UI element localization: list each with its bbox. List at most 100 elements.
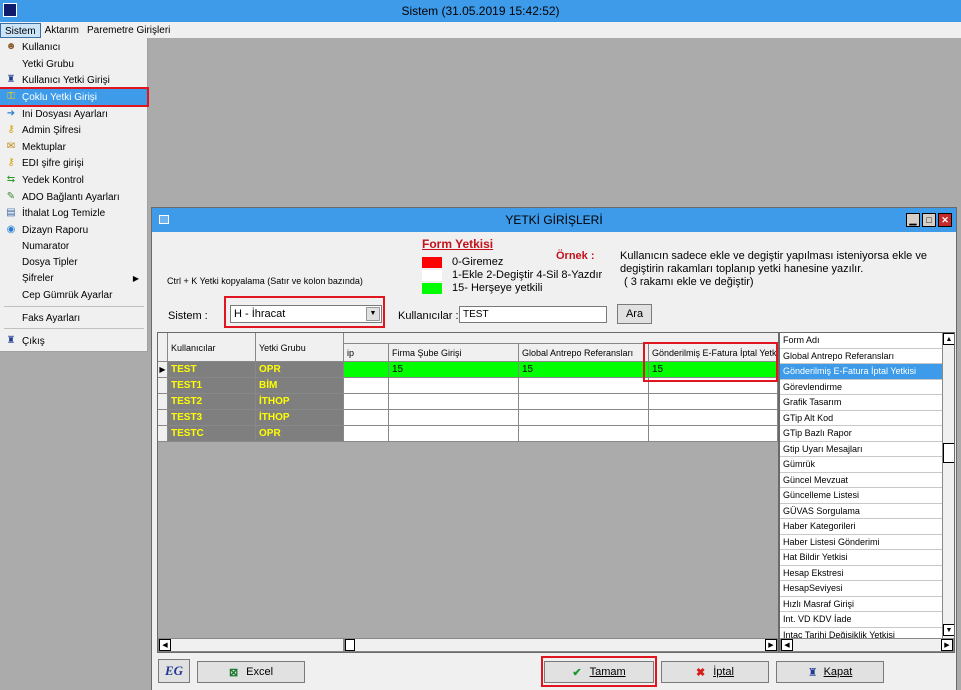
scroll-right-icon[interactable]: ▶	[765, 639, 777, 651]
window-system-icon[interactable]	[159, 215, 169, 224]
col-kullanicilar[interactable]: Kullanıcılar	[168, 333, 256, 362]
menu-item-kullanici[interactable]: ☻ Kullanıcı	[0, 39, 147, 55]
menu-item-ithalat-log-temizle[interactable]: ▤ İthalat Log Temizle	[0, 205, 147, 221]
cell-value[interactable]	[389, 426, 519, 442]
ctrl-k-hint: Ctrl + K Yetki kopyalama (Satır ve kolon…	[167, 276, 363, 286]
scroll-up-icon[interactable]: ▲	[943, 333, 954, 345]
cell-group[interactable]: İTHOP	[256, 394, 344, 410]
list-item[interactable]: Gümrük	[780, 457, 942, 473]
list-item[interactable]: Haber Kategorileri	[780, 519, 942, 535]
menu-parametre-girisleri[interactable]: Paremetre Girişleri	[83, 23, 174, 38]
cell-value[interactable]	[344, 426, 389, 442]
cell-user[interactable]: TEST	[168, 362, 256, 378]
cell-group[interactable]: OPR	[256, 426, 344, 442]
list-item[interactable]: Int. VD KDV İade	[780, 612, 942, 628]
scroll-left-icon[interactable]: ◀	[781, 639, 793, 651]
kapat-button[interactable]: ♜ Kapat	[776, 661, 884, 683]
cell-value[interactable]	[344, 410, 389, 426]
grid-hscroll-fixed[interactable]: ◀	[158, 638, 344, 652]
menu-sistem[interactable]: Sistem	[0, 22, 41, 38]
menu-item-ini-dosyasi-ayarlari[interactable]: ➜ Ini Dosyası Ayarları	[0, 106, 147, 122]
excel-button[interactable]: ⊠ Excel	[197, 661, 305, 683]
menu-item-dosya-tipler[interactable]: Dosya Tipler	[0, 254, 147, 270]
scroll-left-icon[interactable]: ◀	[159, 639, 171, 651]
col-yetki-grubu[interactable]: Yetki Grubu	[256, 333, 344, 362]
col-global-antrepo[interactable]: Global Antrepo Referansları	[519, 344, 649, 362]
list-item[interactable]: Gönderilmiş E-Fatura İptal Yetkisi	[780, 364, 942, 380]
cell-value[interactable]	[344, 378, 389, 394]
iptal-button[interactable]: ✖ İptal	[661, 661, 769, 683]
menu-item-edi-sifre-girisi[interactable]: ⚷ EDI şifre girişi	[0, 155, 147, 171]
eg-logo-button[interactable]: EG	[158, 659, 190, 683]
grid-corner	[158, 333, 168, 362]
list-item[interactable]: Haber Listesi Gönderimi	[780, 535, 942, 550]
list-item[interactable]: GÜVAS Sorgulama	[780, 504, 942, 519]
dialog-button-bar: EG ⊠ Excel ✔ Tamam ✖ İptal ♜ Kapat	[152, 654, 956, 690]
cell-user[interactable]: TESTC	[168, 426, 256, 442]
menu-item-faks-ayarlari[interactable]: Faks Ayarları	[0, 310, 147, 326]
list-item[interactable]: HesapSeviyesi	[780, 581, 942, 597]
close-button[interactable]: ✕	[938, 213, 952, 227]
scroll-down-icon[interactable]: ▼	[943, 624, 954, 636]
minimize-button[interactable]: ▁	[906, 213, 920, 227]
menu-item-cep-gumruk-ayarlar[interactable]: Cep Gümrük Ayarlar	[0, 287, 147, 303]
col-ip[interactable]: ip	[344, 344, 389, 362]
maximize-button[interactable]: □	[922, 213, 936, 227]
cell-value[interactable]: 15	[519, 362, 649, 378]
list-item[interactable]: Hesap Ekstresi	[780, 566, 942, 581]
form-list-hscroll[interactable]: ◀ ▶	[780, 638, 954, 652]
kullanicilar-input[interactable]: TEST	[459, 306, 607, 323]
cell-value[interactable]	[649, 410, 778, 426]
cell-value[interactable]	[389, 410, 519, 426]
menu-item-admin-sifresi[interactable]: ⚷ Admin Şifresi	[0, 122, 147, 138]
list-item[interactable]: GTip Alt Kod	[780, 411, 942, 426]
menu-item-yetki-grubu[interactable]: Yetki Grubu	[0, 56, 147, 72]
cell-user[interactable]: TEST1	[168, 378, 256, 394]
cell-value[interactable]	[519, 410, 649, 426]
menu-item-mektuplar[interactable]: ✉ Mektuplar	[0, 139, 147, 155]
list-item[interactable]: Güncel Mevzuat	[780, 473, 942, 488]
menu-item-cikis[interactable]: ♜ Çıkış	[0, 333, 147, 349]
list-item[interactable]: Hızlı Masraf Girişi	[780, 597, 942, 612]
col-firma-sube-girisi[interactable]: Firma Şube Girişi	[389, 344, 519, 362]
list-item[interactable]: Görevlendirme	[780, 380, 942, 395]
menu-item-ado-baglanti-ayarlari[interactable]: ✎ ADO Bağlantı Ayarları	[0, 189, 147, 205]
cell-value[interactable]	[519, 394, 649, 410]
cell-value[interactable]	[649, 426, 778, 442]
cell-value[interactable]	[519, 426, 649, 442]
menu-item-yedek-kontrol[interactable]: ⇆ Yedek Kontrol	[0, 172, 147, 188]
cell-value[interactable]	[389, 394, 519, 410]
cell-value[interactable]	[519, 378, 649, 394]
cell-value[interactable]	[344, 394, 389, 410]
cell-value[interactable]: 15	[389, 362, 519, 378]
form-list-vscroll[interactable]: ▲ ▼	[942, 333, 954, 638]
scroll-right-icon[interactable]: ▶	[941, 639, 953, 651]
list-item[interactable]: Gtip Uyarı Mesajları	[780, 442, 942, 457]
cell-value[interactable]	[649, 394, 778, 410]
menu-item-numarator[interactable]: Numarator	[0, 238, 147, 254]
list-item[interactable]: Global Antrepo Referansları	[780, 349, 942, 364]
scroll-thumb[interactable]	[943, 443, 954, 463]
cell-user[interactable]: TEST3	[168, 410, 256, 426]
cross-icon: ✖	[695, 666, 706, 679]
menu-aktarim[interactable]: Aktarım	[41, 23, 83, 38]
list-item[interactable]: Grafik Tasarım	[780, 395, 942, 411]
list-item[interactable]: Güncelleme Listesi	[780, 488, 942, 504]
scroll-thumb[interactable]	[345, 639, 355, 651]
menu-item-kullanici-yetki-girisi[interactable]: ♜ Kullanıcı Yetki Girişi	[0, 72, 147, 88]
menu-item-dizayn-raporu[interactable]: ◉ Dizayn Raporu	[0, 222, 147, 238]
list-item[interactable]: Hat Bildir Yetkisi	[780, 550, 942, 566]
ara-button[interactable]: Ara	[617, 304, 652, 324]
cell-group[interactable]: BİM	[256, 378, 344, 394]
grid-hscroll[interactable]: ▶	[344, 638, 778, 652]
app-icon[interactable]	[3, 3, 17, 17]
cell-value[interactable]	[389, 378, 519, 394]
cell-value[interactable]	[344, 362, 389, 378]
cell-group[interactable]: İTHOP	[256, 410, 344, 426]
menu-item-coklu-yetki-girisi[interactable]: ⚿ Çoklu Yetki Girişi	[0, 87, 149, 107]
list-item[interactable]: GTip Bazlı Rapor	[780, 426, 942, 442]
cell-user[interactable]: TEST2	[168, 394, 256, 410]
menu-item-sifreler[interactable]: Şifreler ▶	[0, 270, 147, 286]
ornek-text: Kullanıcın sadece ekle ve degiştir yapıl…	[620, 250, 952, 289]
cell-group[interactable]: OPR	[256, 362, 344, 378]
